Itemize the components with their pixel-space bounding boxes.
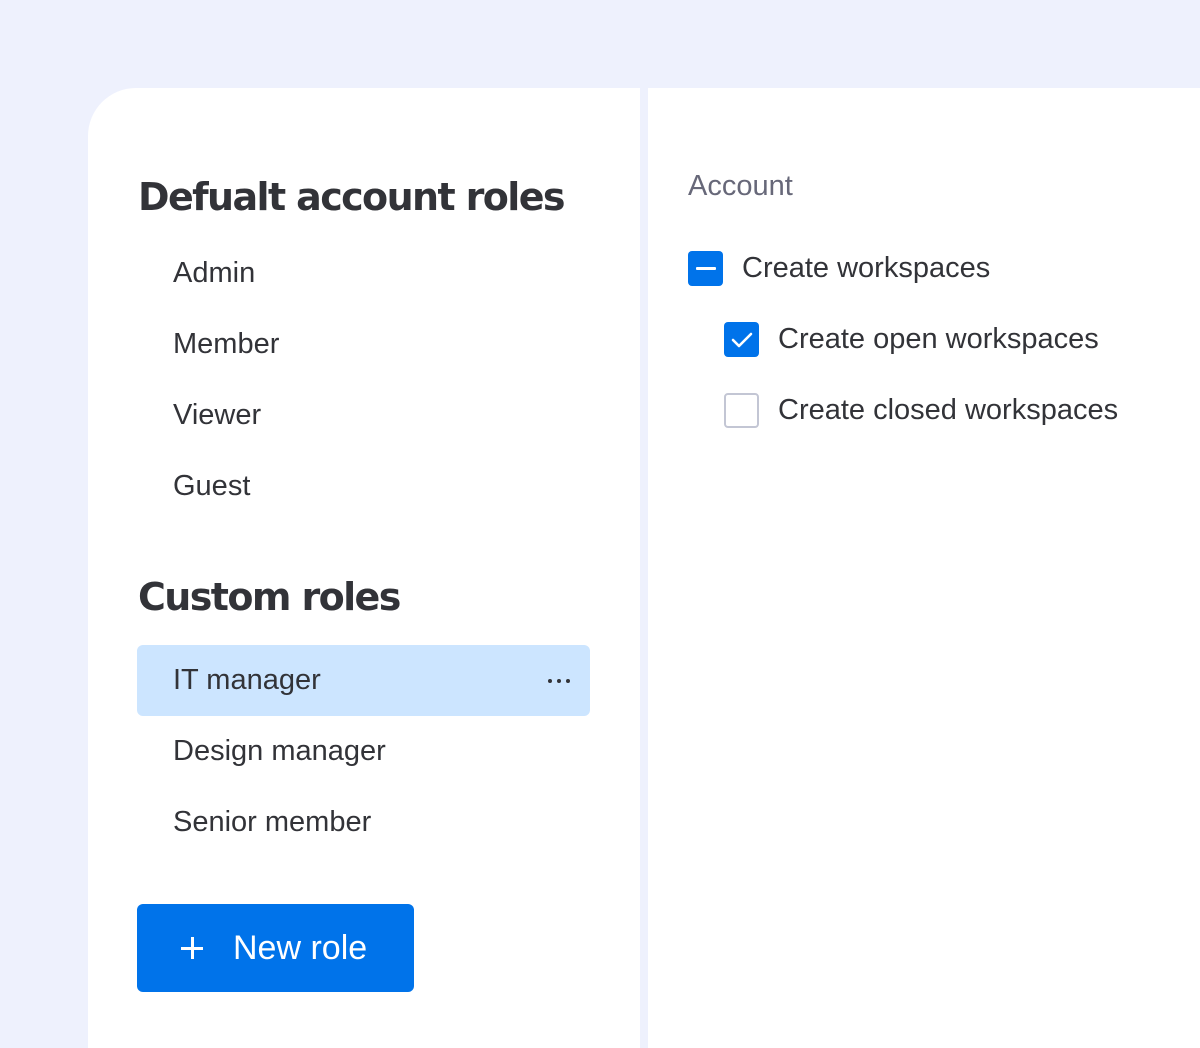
permission-label: Create workspaces	[742, 252, 991, 284]
role-item-it-manager[interactable]: IT manager	[137, 645, 590, 716]
roles-panel: Defualt account roles Admin Member Viewe…	[88, 88, 640, 1048]
permissions-section-label: Account	[688, 170, 793, 202]
permission-label: Create closed workspaces	[778, 394, 1119, 426]
new-role-button[interactable]: New role	[137, 904, 414, 992]
plus-icon	[181, 937, 203, 959]
role-item-senior-member[interactable]: Senior member	[137, 787, 590, 858]
permission-row-create-closed-workspaces: Create closed workspaces	[724, 393, 1118, 428]
role-item-member[interactable]: Member	[137, 309, 590, 380]
dash-icon	[695, 267, 716, 270]
role-item-viewer[interactable]: Viewer	[137, 380, 590, 451]
more-options-icon[interactable]	[548, 678, 570, 683]
permission-label: Create open workspaces	[778, 323, 1099, 355]
custom-roles-heading: Custom roles	[138, 575, 401, 619]
role-item-admin[interactable]: Admin	[137, 238, 590, 309]
role-item-label: IT manager	[173, 664, 321, 696]
checkmark-icon	[731, 332, 752, 347]
role-item-guest[interactable]: Guest	[137, 451, 590, 522]
unchecked-checkbox[interactable]	[724, 393, 759, 428]
default-roles-heading: Defualt account roles	[138, 175, 566, 219]
role-item-label: Design manager	[173, 735, 386, 767]
checked-checkbox[interactable]	[724, 322, 759, 357]
role-item-design-manager[interactable]: Design manager	[137, 716, 590, 787]
custom-roles-list: IT manager Design manager Senior member	[137, 645, 590, 858]
permission-row-create-workspaces: Create workspaces	[688, 251, 990, 286]
permissions-panel: Account Create workspaces Create open wo…	[648, 88, 1200, 1048]
indeterminate-checkbox[interactable]	[688, 251, 723, 286]
permission-row-create-open-workspaces: Create open workspaces	[724, 322, 1099, 357]
default-roles-list: Admin Member Viewer Guest	[137, 238, 590, 522]
new-role-label: New role	[233, 928, 368, 967]
role-item-label: Senior member	[173, 806, 372, 838]
